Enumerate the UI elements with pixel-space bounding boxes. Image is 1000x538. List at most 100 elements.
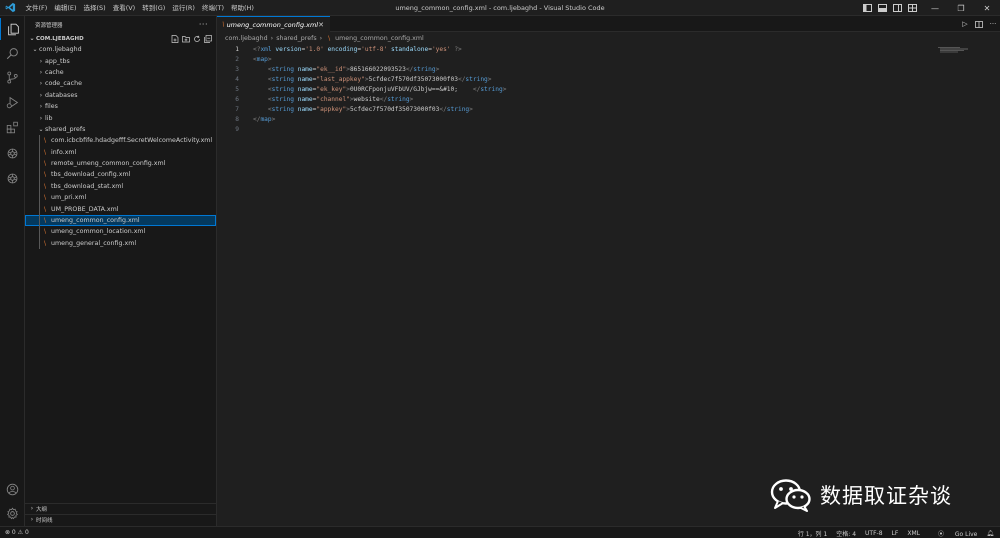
more-actions-icon[interactable]: ···: [986, 20, 1000, 28]
xml-string: ek__id: [320, 66, 343, 73]
tab-umeng-common-config[interactable]: \ umeng_common_config.xml ✕: [217, 16, 330, 32]
minimize-icon[interactable]: —: [922, 0, 948, 16]
close-icon[interactable]: ✕: [974, 0, 1000, 16]
tree-file[interactable]: \ tbs_download_stat.xml: [25, 180, 216, 193]
restore-icon[interactable]: ❐: [948, 0, 974, 16]
collapse-all-icon[interactable]: [202, 33, 213, 44]
timeline-section[interactable]: › 时间线: [25, 514, 217, 524]
tree-folder[interactable]: › cache: [25, 67, 216, 78]
toggle-secondary-sidebar-icon[interactable]: [892, 4, 902, 13]
more-actions-icon[interactable]: ···: [199, 20, 208, 29]
xml-file-icon: \: [328, 34, 331, 42]
toggle-primary-sidebar-icon[interactable]: [862, 4, 872, 13]
xml-tag: string: [387, 96, 410, 103]
explorer-icon[interactable]: [0, 18, 25, 40]
tree-folder[interactable]: › lib: [25, 112, 216, 123]
outline-section[interactable]: › 大纲: [25, 503, 217, 513]
language-mode[interactable]: XML: [907, 530, 920, 537]
tree-folder-shared-prefs[interactable]: ⌄ shared_prefs: [25, 124, 216, 135]
tab-label: umeng_common_config.xml: [226, 20, 319, 29]
line-content: <?xml version='1.0' encoding='utf-8' sta…: [253, 45, 462, 55]
menu-item[interactable]: 运行(R): [169, 0, 199, 16]
watermark-text: 数据取证杂谈: [820, 484, 952, 508]
code-line: 3 <string name="ek__id">865166022093523<…: [217, 65, 1000, 75]
go-live-button[interactable]: ⦿ Go Live: [929, 529, 977, 538]
settings-gear-icon[interactable]: [0, 502, 25, 524]
xml-text: website: [353, 96, 380, 103]
account-icon[interactable]: [0, 478, 25, 500]
tree-folder[interactable]: › files: [25, 101, 216, 112]
workspace-root[interactable]: ⌄ COM.LJEBAGHD: [25, 33, 216, 44]
customize-layout-icon[interactable]: [907, 4, 917, 13]
indentation[interactable]: 空格: 4: [836, 529, 856, 538]
menu-item[interactable]: 终端(T): [198, 0, 227, 16]
menu-item[interactable]: 查看(V): [109, 0, 139, 16]
run-debug-icon[interactable]: [0, 91, 25, 113]
indent-guide: [39, 157, 40, 170]
menu-item[interactable]: 转到(G): [139, 0, 169, 16]
menu-item[interactable]: 编辑(E): [51, 0, 80, 16]
problems-indicator[interactable]: ⊗ 0 ⚠ 0: [5, 529, 29, 536]
xml-text: 5cfdec7f570df35073000f03: [368, 76, 458, 83]
tree-file[interactable]: \ UM_PROBE_DATA.xml: [25, 203, 216, 215]
file-encoding[interactable]: UTF-8: [865, 530, 883, 537]
tree-folder-root[interactable]: ⌄ com.ljebaghd: [25, 44, 216, 55]
xml-tag: string: [271, 96, 294, 103]
xml-tag: string: [271, 86, 294, 93]
cursor-position[interactable]: 行 1，列 1: [798, 529, 827, 538]
tree-file[interactable]: \ umeng_common_location.xml: [25, 226, 216, 238]
breadcrumb-item[interactable]: umeng_common_config.xml: [335, 35, 424, 42]
tree-file[interactable]: \ info.xml: [25, 146, 216, 158]
refresh-icon[interactable]: [191, 33, 202, 44]
breadcrumb-item[interactable]: com.ljebaghd: [225, 35, 268, 42]
breadcrumb-separator-icon: ›: [270, 34, 274, 42]
menu-item[interactable]: 帮助(H): [227, 0, 257, 16]
xml-attr: standalone: [387, 46, 429, 53]
extensions-icon[interactable]: [0, 116, 25, 138]
code-editor[interactable]: 1 <?xml version='1.0' encoding='utf-8' st…: [217, 45, 1000, 135]
folder-label: files: [45, 103, 58, 111]
tree-folder[interactable]: › databases: [25, 90, 216, 101]
xml-punct: >: [487, 76, 492, 83]
file-label: tbs_download_stat.xml: [51, 182, 124, 190]
openai-icon[interactable]: [0, 167, 25, 189]
xml-punct: >: [271, 116, 276, 123]
menu-item[interactable]: 文件(F): [22, 0, 51, 16]
code-line: 8 </map>: [217, 115, 1000, 125]
menu-item[interactable]: 选择(S): [80, 0, 109, 16]
split-editor-icon[interactable]: [972, 20, 986, 28]
outline-label: 大纲: [36, 506, 48, 513]
tree-file[interactable]: \ um_pri.xml: [25, 192, 216, 204]
chevron-right-icon: ›: [39, 57, 43, 65]
xml-string: channel: [320, 96, 347, 103]
line-content: <map>: [253, 55, 272, 65]
openai-icon[interactable]: [0, 142, 25, 164]
tree-file[interactable]: \ remote_umeng_common_config.xml: [25, 157, 216, 170]
tree-file[interactable]: \ umeng_common_config.xml: [25, 214, 216, 227]
source-control-icon[interactable]: [0, 66, 25, 88]
run-icon[interactable]: ▷: [958, 20, 972, 28]
xml-file-icon: \: [43, 239, 47, 247]
activity-bar: [0, 16, 25, 526]
end-of-line[interactable]: LF: [892, 530, 899, 537]
notifications-bell-icon[interactable]: 🔔︎: [986, 530, 994, 537]
minimap[interactable]: [938, 47, 970, 53]
search-icon[interactable]: [0, 42, 25, 64]
new-folder-icon[interactable]: [180, 33, 191, 44]
new-file-icon[interactable]: [169, 33, 180, 44]
tree-folder[interactable]: › app_tbs: [25, 55, 216, 66]
toggle-panel-icon[interactable]: [877, 4, 887, 13]
tree-file[interactable]: \ com.icbcbfife.hdadgefff.SecretWelcomeAc…: [25, 135, 216, 147]
xml-punct: ?>: [450, 46, 462, 53]
xml-file-icon: \: [43, 171, 47, 179]
close-tab-icon[interactable]: ✕: [318, 21, 324, 29]
xml-string: ek_key: [320, 86, 343, 93]
tree-folder[interactable]: › code_cache: [25, 78, 216, 89]
tree-file[interactable]: \ tbs_download_config.xml: [25, 169, 216, 181]
chevron-right-icon: ›: [30, 516, 34, 523]
breadcrumb-item[interactable]: shared_prefs: [276, 35, 316, 42]
tree-file[interactable]: \ umeng_general_config.xml: [25, 237, 216, 250]
xml-file-icon: \: [43, 217, 47, 225]
xml-indent: [253, 66, 268, 73]
xml-attr: version: [271, 46, 302, 53]
